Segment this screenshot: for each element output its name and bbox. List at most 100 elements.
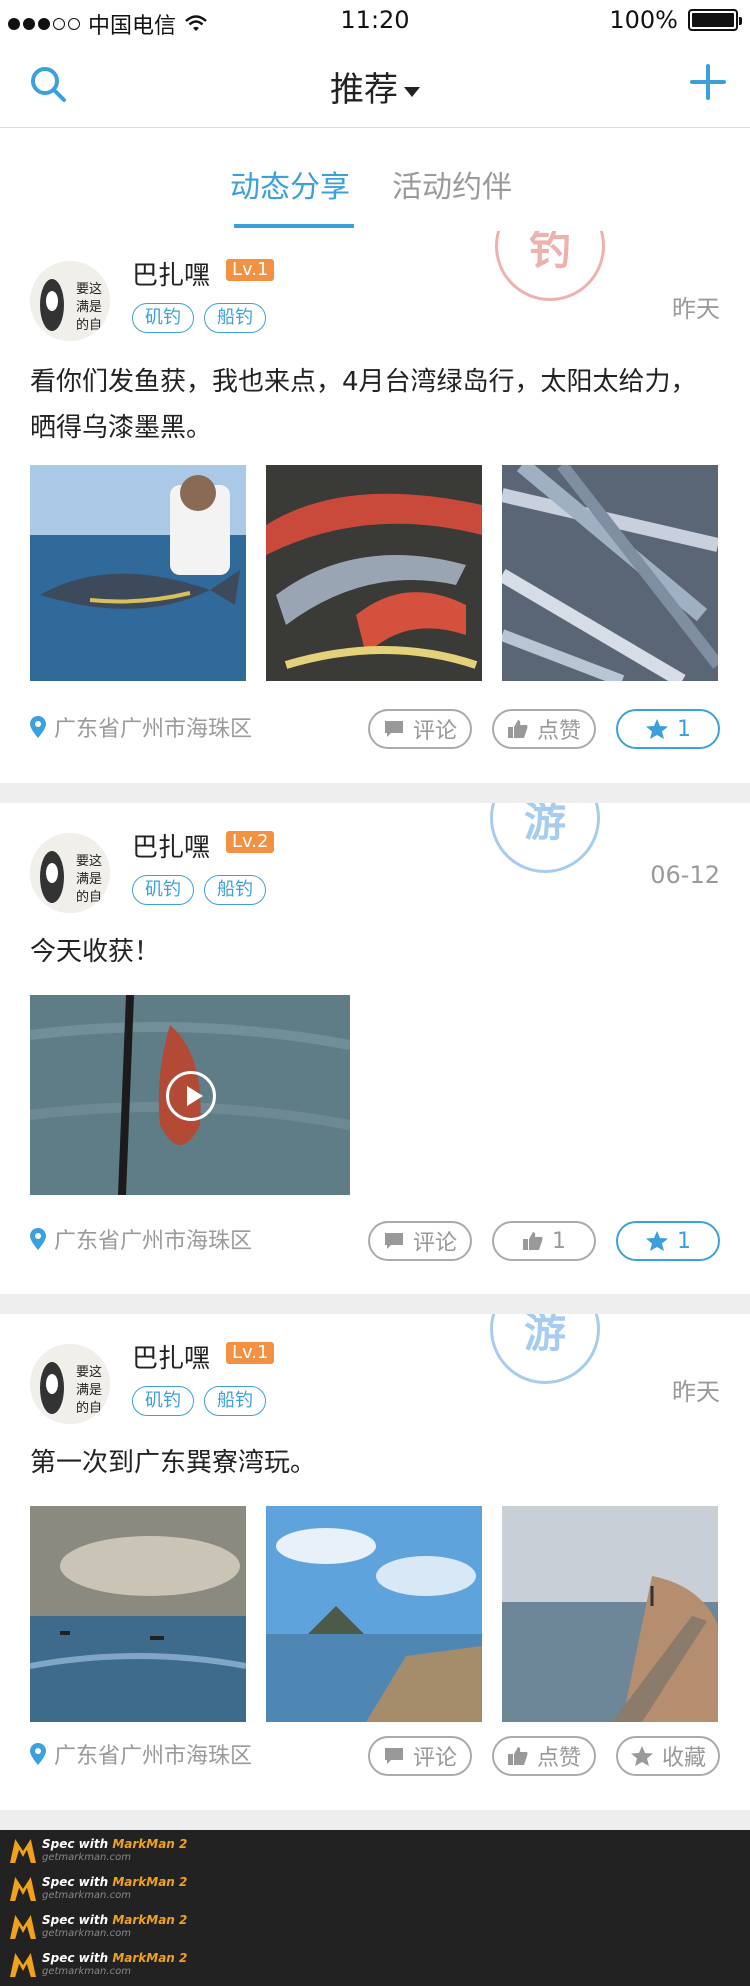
spec-label: Spec with: [42, 1951, 109, 1965]
spec-site: getmarkman.com: [42, 1852, 131, 1863]
post-image[interactable]: [30, 1506, 246, 1722]
spec-site: getmarkman.com: [42, 1890, 131, 1901]
svg-text:满是: 满是: [76, 300, 102, 315]
post-image[interactable]: [266, 465, 482, 681]
location[interactable]: 广东省广州市海珠区: [30, 711, 252, 743]
tag[interactable]: 矶钓: [132, 875, 194, 905]
image-grid: [30, 465, 718, 681]
tab-dynamic-share[interactable]: 动态分享: [230, 162, 350, 206]
image-grid: [30, 1506, 718, 1722]
post-content: 第一次到广东巽寮湾玩。: [30, 1448, 317, 1478]
spec-site: getmarkman.com: [42, 1928, 131, 1939]
tag[interactable]: 矶钓: [132, 1386, 194, 1416]
location[interactable]: 广东省广州市海珠区: [30, 1738, 252, 1770]
avatar[interactable]: 要这 满是 的自: [30, 833, 110, 913]
section-separator: [0, 1810, 750, 1830]
tag[interactable]: 船钓: [204, 1386, 266, 1416]
favorite-count: 1: [677, 716, 691, 742]
tag[interactable]: 船钓: [204, 303, 266, 333]
tag[interactable]: 船钓: [204, 875, 266, 905]
favorite-button[interactable]: 1: [616, 1221, 720, 1261]
spec-label: Spec with: [42, 1837, 109, 1851]
tag-list: 矶钓 船钓: [132, 303, 266, 333]
spec-brand: MarkMan 2: [112, 1951, 188, 1965]
status-bar: 中国电信 11:20 100%: [0, 0, 750, 40]
spec-badge: Spec with MarkMan 2 getmarkman.com: [10, 1914, 187, 1940]
avatar[interactable]: 要这 满是 的自: [30, 1344, 110, 1424]
location-pin-icon: [30, 1228, 46, 1250]
thumbs-up-icon: [523, 1232, 543, 1250]
spec-footer: Spec with MarkMan 2 getmarkman.com Spec w…: [0, 1830, 750, 1986]
battery-icon: [688, 9, 742, 31]
comment-icon: [384, 1233, 403, 1249]
star-icon: [646, 719, 668, 739]
post-card: 钓 要这 满是 的自 巴扎嘿 Lv.1 矶钓 船钓 昨天 看你们发鱼获，我也来点，4…: [0, 231, 750, 783]
like-button[interactable]: 点赞: [492, 709, 596, 749]
plus-icon[interactable]: [688, 62, 728, 102]
spec-label: Spec with: [42, 1913, 109, 1927]
post-date: 昨天: [672, 295, 720, 323]
comment-icon: [384, 1748, 403, 1764]
spec-badge: Spec with MarkMan 2 getmarkman.com: [10, 1952, 187, 1978]
stamp-badge: 钓: [495, 231, 605, 301]
username[interactable]: 巴扎嘿: [132, 1338, 210, 1375]
location-pin-icon: [30, 716, 46, 738]
location-text: 广东省广州市海珠区: [54, 1744, 253, 1769]
caret-down-icon: [404, 86, 420, 97]
post-date: 昨天: [672, 1378, 720, 1406]
markman-logo-icon: [10, 1953, 36, 1977]
svg-text:满是: 满是: [76, 1383, 102, 1398]
username[interactable]: 巴扎嘿: [132, 827, 210, 864]
comment-label: 评论: [412, 719, 457, 744]
post-image[interactable]: [502, 465, 718, 681]
page-title: 推荐: [330, 70, 398, 110]
tag[interactable]: 矶钓: [132, 303, 194, 333]
post-content: 看你们发鱼获，我也来点，4月台湾绿岛行，太阳太给力，晒得乌漆墨黑。: [30, 367, 697, 443]
favorite-button[interactable]: 1: [616, 709, 720, 749]
like-button[interactable]: 点赞: [492, 1736, 596, 1776]
comment-label: 评论: [412, 1746, 457, 1771]
username[interactable]: 巴扎嘿: [132, 255, 210, 292]
post-video[interactable]: [30, 995, 350, 1195]
thumbs-up-icon: [507, 1747, 528, 1765]
svg-text:的自: 的自: [76, 1400, 102, 1416]
post-image[interactable]: [30, 465, 246, 681]
markman-logo-icon: [10, 1877, 36, 1901]
location-text: 广东省广州市海珠区: [54, 1229, 253, 1254]
spec-brand: MarkMan 2: [112, 1913, 188, 1927]
level-badge: Lv.1: [226, 259, 275, 281]
comment-icon: [384, 721, 403, 737]
favorite-label: 收藏: [661, 1746, 706, 1771]
svg-text:的自: 的自: [76, 317, 102, 333]
play-icon[interactable]: [166, 1071, 216, 1121]
star-icon: [646, 1231, 668, 1251]
post-image[interactable]: [502, 1506, 718, 1722]
comment-button[interactable]: 评论: [368, 1221, 472, 1261]
comment-button[interactable]: 评论: [368, 709, 472, 749]
nav-bar: 推荐: [0, 40, 750, 128]
markman-logo-icon: [10, 1915, 36, 1939]
favorite-count: 1: [677, 1228, 691, 1254]
post-card: 游 要这 满是 的自 巴扎嘿 Lv.2 矶钓 船钓 06-12 今天收获！ 广东省广…: [0, 803, 750, 1294]
battery-percent: 100%: [609, 6, 678, 34]
action-bar: 评论 点赞 1: [368, 709, 720, 749]
level-badge: Lv.1: [226, 1342, 275, 1364]
favorite-button[interactable]: 收藏: [616, 1736, 720, 1776]
avatar[interactable]: 要这 满是 的自: [30, 261, 110, 341]
svg-text:满是: 满是: [76, 872, 102, 887]
tab-indicator: [234, 224, 354, 228]
spec-badge: Spec with MarkMan 2 getmarkman.com: [10, 1838, 187, 1864]
star-icon: [630, 1746, 653, 1766]
tag-list: 矶钓 船钓: [132, 875, 266, 905]
spec-brand: MarkMan 2: [112, 1875, 188, 1889]
spec-badge: Spec with MarkMan 2 getmarkman.com: [10, 1876, 187, 1902]
location[interactable]: 广东省广州市海珠区: [30, 1223, 252, 1255]
feed-selector[interactable]: 推荐: [0, 62, 750, 111]
like-button[interactable]: 1: [492, 1221, 596, 1261]
segment-tabs: 动态分享 活动约伴: [0, 128, 750, 231]
post-image[interactable]: [266, 1506, 482, 1722]
comment-button[interactable]: 评论: [368, 1736, 472, 1776]
spec-site: getmarkman.com: [42, 1966, 131, 1977]
thumbs-up-icon: [507, 720, 528, 738]
tab-activity[interactable]: 活动约伴: [392, 162, 512, 206]
